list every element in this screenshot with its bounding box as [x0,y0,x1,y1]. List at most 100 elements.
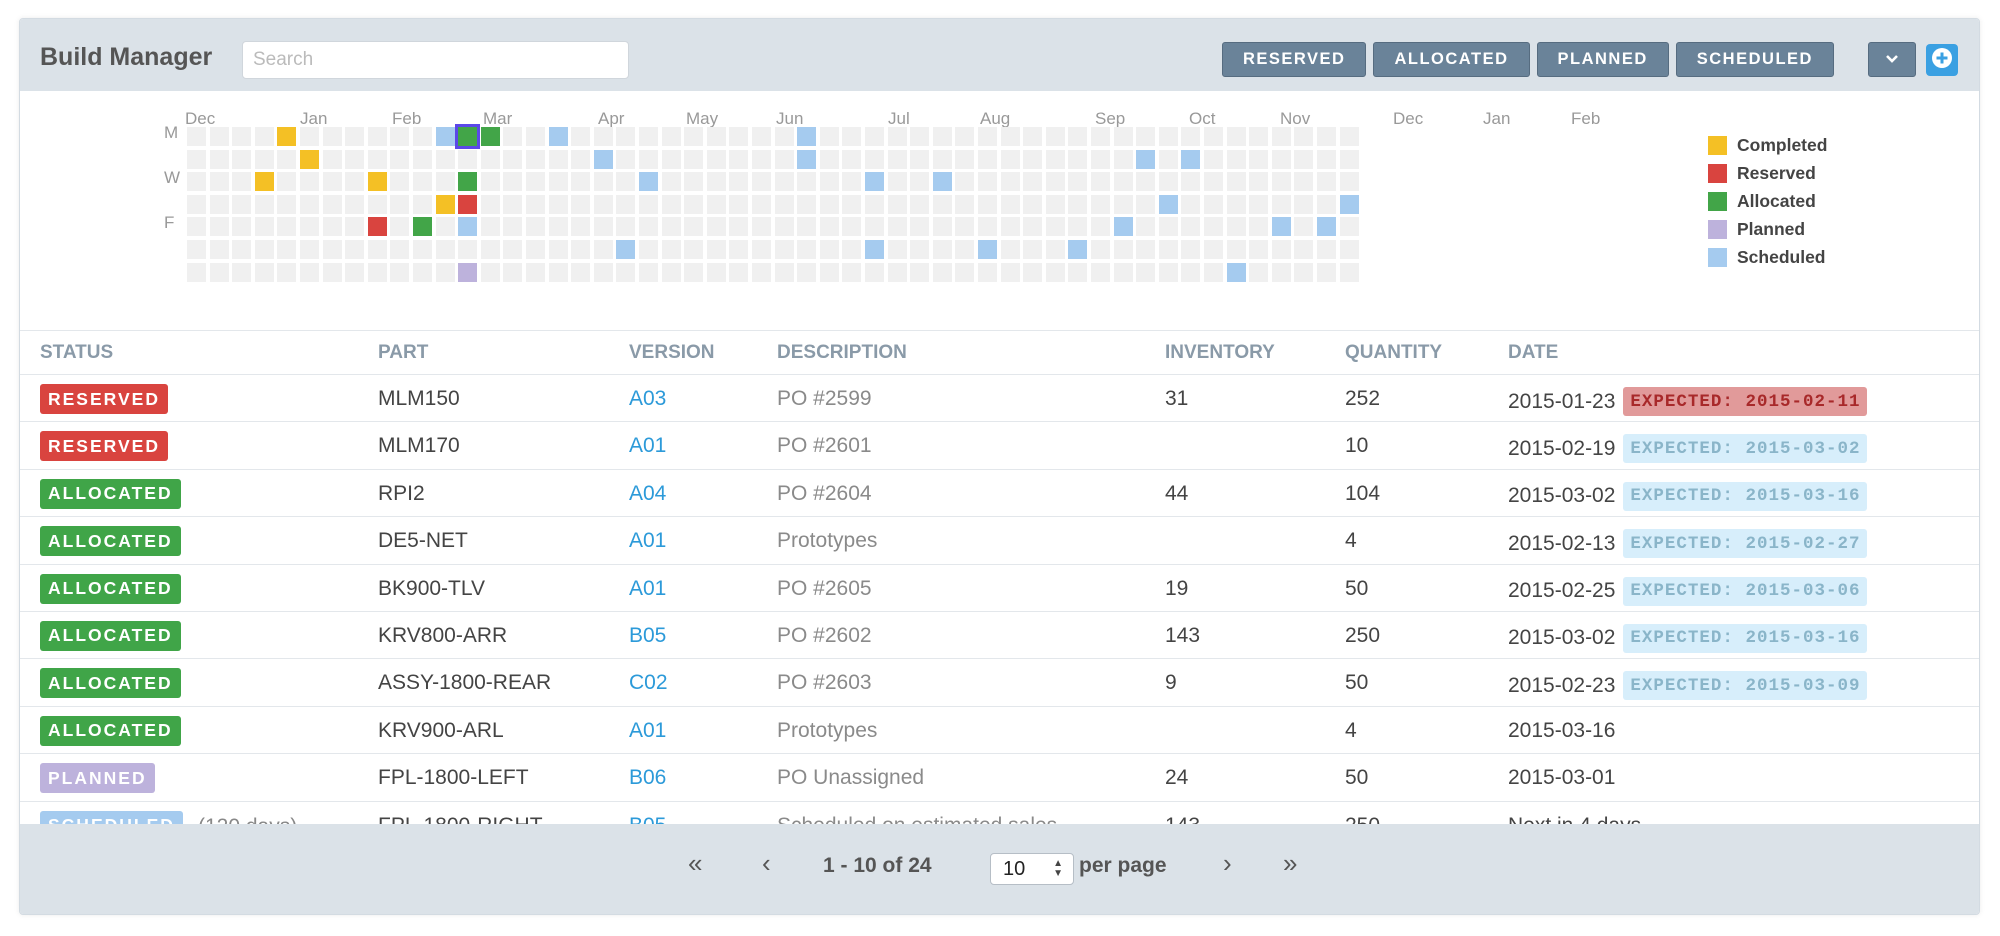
calendar-day-cell[interactable] [571,194,591,214]
calendar-day-cell[interactable] [1294,217,1314,237]
calendar-day-cell[interactable] [1249,127,1269,146]
calendar-day-cell[interactable] [300,172,319,192]
calendar-day-cell[interactable] [322,240,342,259]
chevron-left-icon[interactable]: ‹ [762,848,771,879]
calendar-day-cell[interactable] [413,149,432,169]
calendar-day-cell[interactable] [277,217,297,237]
calendar-day-cell[interactable] [1204,217,1223,237]
calendar-day-cell[interactable] [1000,262,1020,282]
calendar-day-cell[interactable] [503,194,523,214]
calendar-day-cell[interactable] [1181,194,1201,214]
calendar-day-cell[interactable] [571,149,591,169]
calendar-day-cell[interactable] [367,262,387,282]
calendar-day-cell[interactable] [458,262,478,282]
search-input[interactable] [242,41,629,79]
calendar-day-cell[interactable] [345,262,365,282]
calendar-day-cell[interactable] [819,240,839,259]
calendar-day-cell[interactable] [593,127,613,146]
version-link[interactable]: A01 [629,529,666,553]
calendar-day-cell[interactable] [254,262,274,282]
calendar-day-cell[interactable] [367,217,387,237]
calendar-day-cell[interactable] [480,262,500,282]
calendar-day-cell[interactable] [571,262,591,282]
calendar-day-cell[interactable] [1226,262,1246,282]
calendar-day-cell[interactable] [955,240,975,259]
calendar-day-cell[interactable] [1271,217,1291,237]
calendar-day-cell[interactable] [887,217,907,237]
calendar-day-cell[interactable] [435,127,455,146]
calendar-day-cell[interactable] [209,194,229,214]
calendar-day-cell[interactable] [684,240,704,259]
calendar-day-cell[interactable] [1000,194,1020,214]
calendar-day-cell[interactable] [1136,172,1156,192]
calendar-day-cell[interactable] [322,127,342,146]
calendar-day-cell[interactable] [955,217,975,237]
version-link[interactable]: A03 [629,387,666,411]
table-row[interactable]: ALLOCATED BK900-TLV A01 PO #2605 19 50 2015-02… [20,565,1979,612]
calendar-day-cell[interactable] [322,149,342,169]
calendar-day-cell[interactable] [842,240,862,259]
calendar-day-cell[interactable] [752,149,771,169]
calendar-day-cell[interactable] [390,127,410,146]
calendar-day-cell[interactable] [819,217,839,237]
calendar-day-cell[interactable] [819,149,839,169]
calendar-day-cell[interactable] [187,217,206,237]
calendar-day-cell[interactable] [458,217,478,237]
calendar-day-cell[interactable] [458,240,478,259]
calendar-day-cell[interactable] [932,240,952,259]
calendar-day-cell[interactable] [1204,240,1223,259]
calendar-day-cell[interactable] [774,149,794,169]
calendar-day-cell[interactable] [797,262,817,282]
calendar-day-cell[interactable] [797,149,817,169]
calendar-day-cell[interactable] [1000,240,1020,259]
calendar-day-cell[interactable] [1023,262,1043,282]
calendar-day-cell[interactable] [455,124,481,149]
calendar-day-cell[interactable] [480,149,500,169]
calendar-day-cell[interactable] [932,217,952,237]
calendar-day-cell[interactable] [1113,172,1133,192]
calendar-day-cell[interactable] [548,127,568,146]
calendar-day-cell[interactable] [1023,194,1043,214]
calendar-day-cell[interactable] [413,172,432,192]
calendar-day-cell[interactable] [571,240,591,259]
calendar-day-cell[interactable] [661,149,681,169]
calendar-day-cell[interactable] [1339,172,1359,192]
calendar-day-cell[interactable] [593,217,613,237]
calendar-day-cell[interactable] [503,262,523,282]
calendar-day-cell[interactable] [639,149,658,169]
calendar-day-cell[interactable] [232,127,252,146]
dropdown-button[interactable] [1868,42,1916,77]
calendar-day-cell[interactable] [955,194,975,214]
table-row[interactable]: ALLOCATED DE5-NET A01 Prototypes 4 2015-02-13… [20,517,1979,565]
calendar-day-cell[interactable] [209,262,229,282]
calendar-day-cell[interactable] [616,172,636,192]
calendar-day-cell[interactable] [729,172,749,192]
calendar-day-cell[interactable] [729,217,749,237]
calendar-day-cell[interactable] [932,149,952,169]
calendar-day-cell[interactable] [526,194,545,214]
calendar-day-cell[interactable] [616,194,636,214]
calendar-day-cell[interactable] [797,217,817,237]
table-row[interactable]: RESERVED MLM150 A03 PO #2599 31 252 2015-01-23… [20,375,1979,423]
calendar-day-cell[interactable] [1045,262,1065,282]
version-link[interactable]: B06 [629,766,666,790]
calendar-day-cell[interactable] [548,172,568,192]
calendar-day-cell[interactable] [571,127,591,146]
calendar-day-cell[interactable] [390,172,410,192]
calendar-day-cell[interactable] [1023,127,1043,146]
calendar-day-cell[interactable] [1181,127,1201,146]
calendar-day-cell[interactable] [1136,240,1156,259]
calendar-day-cell[interactable] [1181,149,1201,169]
calendar-day-cell[interactable] [1136,262,1156,282]
calendar-day-cell[interactable] [706,172,726,192]
calendar-day-cell[interactable] [729,262,749,282]
calendar-day-cell[interactable] [345,194,365,214]
calendar-day-cell[interactable] [503,172,523,192]
calendar-day-cell[interactable] [1271,240,1291,259]
calendar-day-cell[interactable] [435,240,455,259]
calendar-day-cell[interactable] [1113,149,1133,169]
calendar-day-cell[interactable] [639,217,658,237]
calendar-day-cell[interactable] [435,194,455,214]
calendar-day-cell[interactable] [684,194,704,214]
calendar-day-cell[interactable] [1339,262,1359,282]
